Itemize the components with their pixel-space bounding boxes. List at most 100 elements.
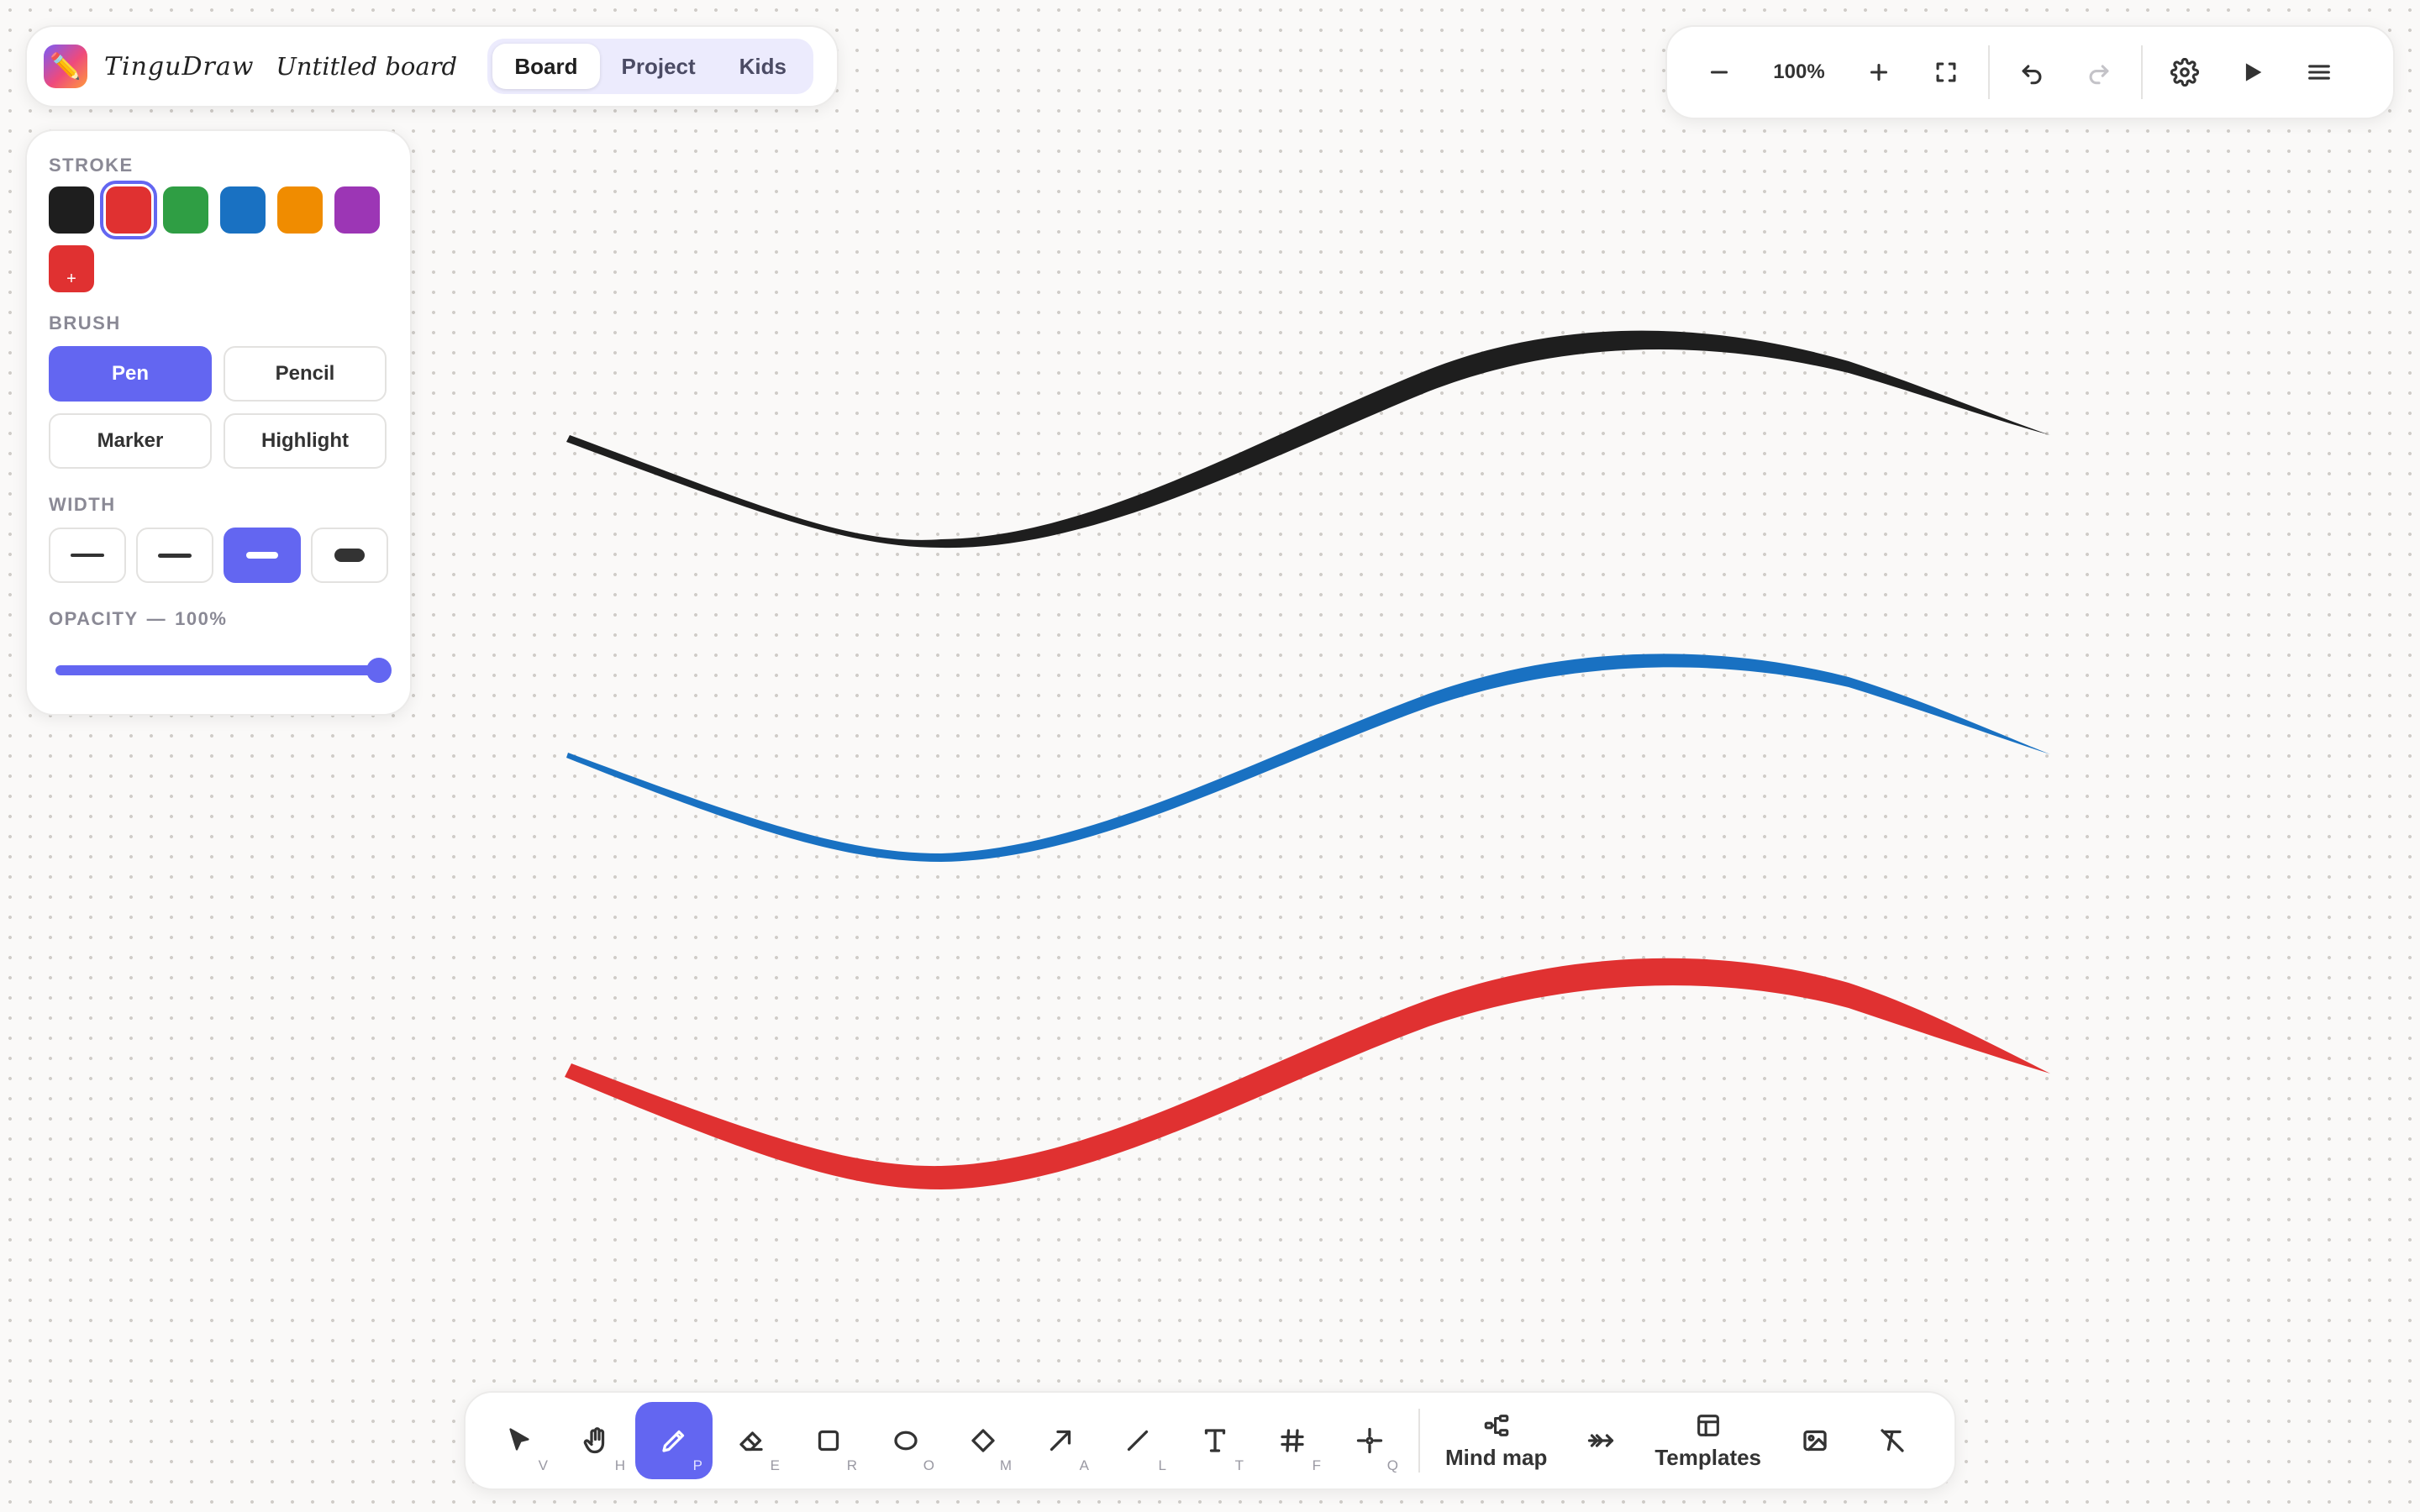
- width-medium-icon: [158, 553, 192, 558]
- swatch-red[interactable]: [100, 181, 157, 239]
- mind-map-button[interactable]: Mind map: [1430, 1400, 1562, 1481]
- frame-hash-icon: [1281, 1429, 1304, 1452]
- divider: [1418, 1409, 1420, 1473]
- present-button[interactable]: [2218, 39, 2286, 106]
- hand-icon: [583, 1427, 605, 1454]
- tool-diamond[interactable]: M: [944, 1402, 1022, 1479]
- play-icon: [2245, 63, 2262, 81]
- tool-bar: V H P E R O M A L T F Q Mind map Templat…: [464, 1391, 1956, 1490]
- tool-text[interactable]: T: [1176, 1402, 1254, 1479]
- brush-pencil[interactable]: Pencil: [224, 346, 387, 402]
- hotkey-hint: F: [1312, 1457, 1321, 1473]
- fullscreen-icon: [1936, 62, 1956, 82]
- tab-kids[interactable]: Kids: [718, 44, 808, 89]
- style-panel: STROKE + BRUSH Pen Pencil Marker Highlig…: [25, 129, 412, 716]
- templates-label: Templates: [1655, 1444, 1762, 1470]
- hotkey-hint: M: [999, 1457, 1012, 1473]
- stroke-red[interactable]: [565, 958, 2050, 1189]
- rectangle-icon: [818, 1430, 839, 1452]
- redo-icon: [2089, 65, 2109, 85]
- app-name: TinguDraw: [104, 51, 255, 81]
- swatch-black[interactable]: [49, 186, 94, 234]
- opacity-slider-thumb[interactable]: [366, 658, 392, 683]
- swatch-blue[interactable]: [220, 186, 266, 234]
- top-bar: ✏️ TinguDraw Untitled board Board Projec…: [25, 25, 839, 108]
- pencil-icon: [662, 1430, 685, 1452]
- tool-line[interactable]: L: [1099, 1402, 1176, 1479]
- text-icon: [1204, 1429, 1226, 1452]
- width-options: [49, 528, 388, 583]
- minus-icon: [1710, 71, 1728, 74]
- swatch-orange[interactable]: [277, 186, 323, 234]
- brush-marker[interactable]: Marker: [49, 413, 212, 469]
- opacity-label: OPACITY — 100%: [49, 608, 388, 630]
- connector-arrows-icon: [1588, 1434, 1614, 1447]
- brush-options: Pen Pencil Marker Highlight: [49, 346, 388, 469]
- image-icon: [1803, 1430, 1827, 1452]
- tab-board[interactable]: Board: [492, 44, 600, 89]
- app-logo-icon[interactable]: ✏️: [44, 45, 87, 88]
- width-thin[interactable]: [49, 528, 126, 583]
- opacity-slider-track[interactable]: [55, 665, 381, 675]
- hamburger-menu-icon: [2308, 65, 2330, 80]
- swatch-purple[interactable]: [334, 186, 380, 234]
- width-label: WIDTH: [49, 494, 116, 515]
- stroke-label: STROKE: [49, 155, 134, 176]
- brush-label: BRUSH: [49, 312, 121, 333]
- hotkey-hint: R: [846, 1457, 857, 1473]
- tool-eraser[interactable]: E: [713, 1402, 790, 1479]
- undo-button[interactable]: [1998, 39, 2065, 106]
- opacity-label-sep: —: [146, 608, 167, 629]
- tool-arrow[interactable]: A: [1022, 1402, 1099, 1479]
- board-name[interactable]: Untitled board: [276, 52, 457, 81]
- zoom-out-button[interactable]: [1686, 39, 1753, 106]
- gear-icon: [2170, 58, 2199, 87]
- width-medium[interactable]: [136, 528, 213, 583]
- opacity-label-text: OPACITY: [49, 608, 139, 629]
- brush-pen[interactable]: Pen: [49, 346, 212, 402]
- width-extra-bold[interactable]: [311, 528, 388, 583]
- divider: [1988, 45, 1990, 99]
- insert-image-button[interactable]: [1776, 1402, 1854, 1479]
- tool-connector[interactable]: [1562, 1402, 1639, 1479]
- hotkey-hint: L: [1158, 1457, 1166, 1473]
- tool-laser[interactable]: Q: [1331, 1402, 1408, 1479]
- diamond-icon: [971, 1429, 995, 1452]
- divider: [2141, 45, 2143, 99]
- mind-map-label: Mind map: [1445, 1444, 1548, 1470]
- zoom-in-button[interactable]: [1845, 39, 1912, 106]
- hotkey-hint: Q: [1386, 1457, 1398, 1473]
- stroke-blue[interactable]: [566, 654, 2050, 862]
- cursor-arrow-icon: [509, 1428, 529, 1451]
- tool-frame[interactable]: F: [1254, 1402, 1331, 1479]
- custom-color-swatch[interactable]: +: [49, 245, 94, 292]
- crosshair-icon: [1356, 1427, 1383, 1454]
- redo-button[interactable]: [2065, 39, 2133, 106]
- settings-button[interactable]: [2151, 39, 2218, 106]
- templates-layout-icon: [1697, 1414, 1719, 1436]
- opacity-slider[interactable]: [49, 657, 392, 683]
- width-bold-icon: [246, 552, 278, 559]
- width-extra-bold-icon: [334, 549, 365, 562]
- brush-highlight[interactable]: Highlight: [224, 413, 387, 469]
- tab-project[interactable]: Project: [600, 44, 718, 89]
- fit-screen-button[interactable]: [1912, 39, 1980, 106]
- tool-rectangle[interactable]: R: [790, 1402, 867, 1479]
- templates-button[interactable]: Templates: [1639, 1400, 1776, 1481]
- width-bold[interactable]: [224, 528, 301, 583]
- swatch-green[interactable]: [163, 186, 208, 234]
- plus-icon: [1870, 63, 1888, 81]
- opacity-value: 100%: [175, 608, 228, 629]
- hotkey-hint: H: [614, 1457, 625, 1473]
- tool-select[interactable]: V: [481, 1402, 558, 1479]
- zoom-level[interactable]: 100%: [1753, 60, 1845, 84]
- tool-hand[interactable]: H: [558, 1402, 635, 1479]
- clear-formatting-button[interactable]: [1854, 1402, 1931, 1479]
- line-icon: [1127, 1430, 1149, 1452]
- main-menu-button[interactable]: [2286, 39, 2353, 106]
- hotkey-hint: T: [1234, 1457, 1244, 1473]
- tool-pen[interactable]: P: [635, 1402, 713, 1479]
- mode-tabs: Board Project Kids: [487, 39, 813, 94]
- tool-ellipse[interactable]: O: [867, 1402, 944, 1479]
- stroke-black[interactable]: [566, 330, 2050, 549]
